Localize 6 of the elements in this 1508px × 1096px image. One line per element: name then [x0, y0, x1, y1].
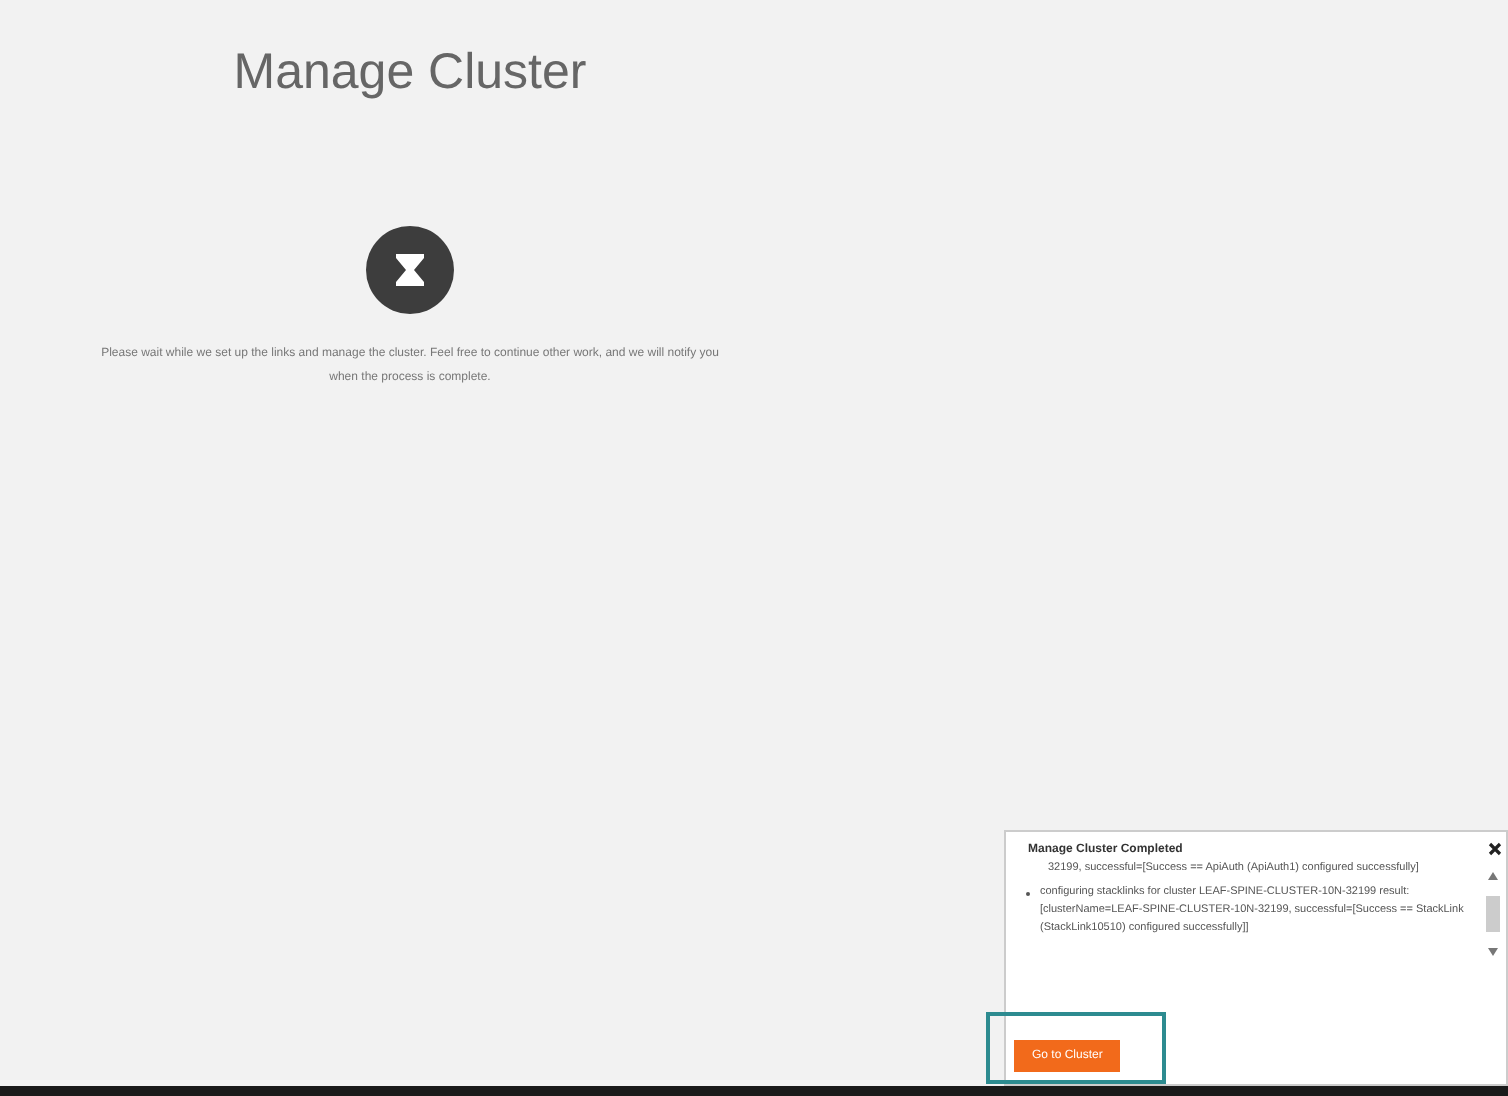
- close-icon[interactable]: [1488, 842, 1502, 856]
- hourglass-icon: [366, 226, 454, 314]
- scrollbar-thumb[interactable]: [1486, 896, 1500, 932]
- page-title: Manage Cluster: [233, 44, 587, 102]
- scroll-down-icon[interactable]: [1488, 948, 1498, 956]
- scroll-up-icon[interactable]: [1488, 872, 1498, 880]
